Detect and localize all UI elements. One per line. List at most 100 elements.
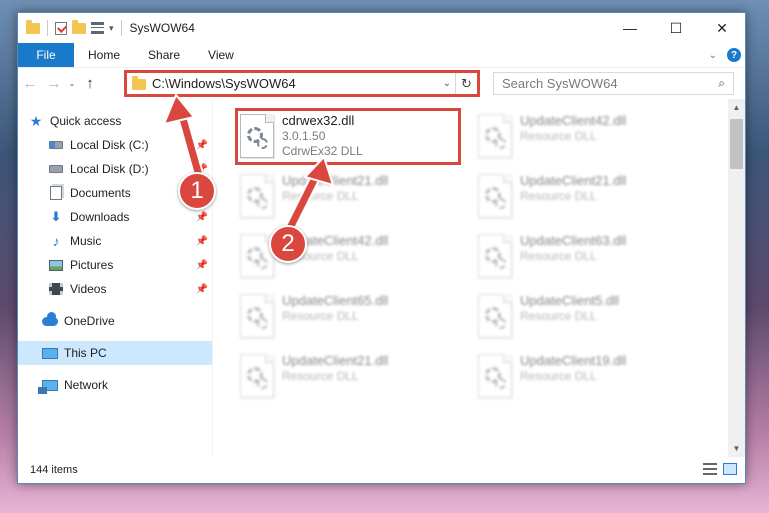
music-icon: ♪: [52, 233, 60, 249]
window-controls: — ☐ ✕: [607, 13, 745, 43]
dll-file-icon: [240, 114, 274, 158]
pin-icon[interactable]: 📌: [196, 140, 208, 151]
scroll-up-icon[interactable]: ▲: [728, 99, 745, 116]
forward-button[interactable]: →: [42, 75, 66, 92]
tab-share[interactable]: Share: [134, 43, 194, 67]
address-dropdown-icon[interactable]: ⌄: [439, 78, 455, 89]
sidebar-item-pictures[interactable]: Pictures 📌: [18, 253, 212, 277]
file-description: Resource DLL: [520, 249, 597, 263]
pin-icon[interactable]: 📌: [196, 260, 208, 271]
tab-file[interactable]: File: [18, 43, 74, 67]
address-path[interactable]: C:\Windows\SysWOW64: [152, 76, 439, 91]
dll-file-icon: [478, 234, 512, 278]
file-description: Resource DLL: [520, 129, 597, 143]
pictures-icon: [48, 258, 64, 272]
help-icon[interactable]: ?: [727, 48, 741, 62]
recent-locations-dropdown[interactable]: ⌄: [66, 79, 78, 88]
sidebar-item-label: Local Disk (D:): [70, 162, 149, 176]
vertical-scrollbar[interactable]: ▲ ▼: [728, 99, 745, 457]
sidebar-item-label: Local Disk (C:): [70, 138, 149, 152]
quick-access-dropdown-icon[interactable]: ▾: [109, 23, 114, 34]
file-name: UpdateClient21.dll: [282, 173, 389, 188]
file-item[interactable]: UpdateClient19.dll Resource DLL: [473, 349, 699, 403]
folder-icon: [26, 19, 40, 34]
file-item[interactable]: UpdateClient21.dll Resource DLL: [473, 169, 699, 223]
dll-file-icon: [240, 354, 274, 398]
refresh-button[interactable]: ↻: [455, 73, 477, 94]
new-folder-icon[interactable]: [72, 19, 86, 34]
file-description: CdrwEx32 DLL: [282, 144, 363, 158]
navigation-bar: ← → ⌄ ↑ C:\Windows\SysWOW64 ⌄ ↻ Search S…: [18, 67, 745, 99]
file-item[interactable]: UpdateClient42.dll Resource DLL: [235, 229, 461, 283]
star-icon: ★: [29, 112, 43, 129]
tiles-view-icon[interactable]: [723, 463, 737, 475]
properties-icon[interactable]: [55, 21, 67, 35]
file-name: UpdateClient5.dll: [520, 293, 620, 308]
address-bar[interactable]: C:\Windows\SysWOW64 ⌄ ↻: [126, 72, 478, 95]
back-button[interactable]: ←: [18, 75, 42, 92]
documents-icon: [48, 186, 64, 200]
up-button[interactable]: ↑: [78, 75, 102, 92]
file-name: cdrwex32.dll: [282, 113, 355, 128]
expand-ribbon-icon[interactable]: ⌄: [709, 50, 717, 61]
downloads-icon: ⬇: [50, 209, 62, 224]
customize-icon[interactable]: [91, 22, 104, 34]
maximize-button[interactable]: ☐: [653, 13, 699, 43]
pin-icon[interactable]: 📌: [196, 284, 208, 295]
search-icon[interactable]: ⌕: [718, 76, 725, 91]
scroll-thumb[interactable]: [730, 119, 743, 169]
pin-icon[interactable]: 📌: [196, 212, 208, 223]
dll-file-icon: [240, 174, 274, 218]
sidebar-item-label: Pictures: [70, 258, 114, 272]
sidebar-item-label: Documents: [70, 186, 131, 200]
sidebar-item-label: Network: [64, 378, 109, 392]
onedrive-icon: [42, 311, 58, 328]
videos-icon: [48, 282, 64, 296]
sidebar-item-network[interactable]: Network: [18, 373, 212, 397]
sidebar-item-downloads[interactable]: ⬇ Downloads 📌: [18, 205, 212, 229]
tab-view[interactable]: View: [194, 43, 248, 67]
details-view-icon[interactable]: [703, 463, 717, 475]
sidebar-item-quick-access[interactable]: ★ Quick access: [18, 109, 212, 133]
minimize-button[interactable]: —: [607, 13, 653, 43]
tab-home[interactable]: Home: [74, 43, 134, 67]
file-description: Resource DLL: [520, 189, 597, 203]
file-item[interactable]: UpdateClient5.dll Resource DLL: [473, 289, 699, 343]
file-item[interactable]: UpdateClient21.dll Resource DLL: [235, 169, 461, 223]
item-count: 144 items: [30, 464, 78, 476]
pin-icon[interactable]: 📌: [196, 236, 208, 247]
file-item[interactable]: UpdateClient21.dll Resource DLL: [235, 349, 461, 403]
file-description: Resource DLL: [282, 189, 359, 203]
file-item[interactable]: UpdateClient65.dll Resource DLL: [235, 289, 461, 343]
sidebar-item-label: This PC: [64, 346, 107, 360]
search-box[interactable]: Search SysWOW64 ⌕: [493, 72, 734, 95]
file-item[interactable]: UpdateClient42.dll Resource DLL: [473, 109, 699, 163]
status-bar: 144 items: [18, 457, 745, 483]
file-version: 3.0.1.50: [282, 129, 326, 143]
ribbon-tabs: File Home Share View ⌄ ?: [18, 43, 745, 67]
scroll-down-icon[interactable]: ▼: [728, 440, 745, 457]
dll-file-icon: [478, 174, 512, 218]
sidebar-item-onedrive[interactable]: OneDrive: [18, 309, 212, 333]
disk-c-icon: [48, 138, 64, 152]
file-name: UpdateClient42.dll: [520, 113, 627, 128]
sidebar-item-this-pc[interactable]: This PC: [18, 341, 212, 365]
sidebar-item-label: Downloads: [70, 210, 130, 224]
explorer-window: ▾ SysWOW64 — ☐ ✕ File Home Share View ⌄ …: [17, 12, 746, 484]
sidebar-item-videos[interactable]: Videos 📌: [18, 277, 212, 301]
file-name: UpdateClient21.dll: [282, 353, 389, 368]
close-button[interactable]: ✕: [699, 13, 745, 43]
file-description: Resource DLL: [520, 309, 597, 323]
file-item[interactable]: UpdateClient63.dll Resource DLL: [473, 229, 699, 283]
sidebar-item-local-disk-c[interactable]: Local Disk (C:) 📌: [18, 133, 212, 157]
separator: [120, 20, 122, 36]
file-item-cdrwex32[interactable]: cdrwex32.dll 3.0.1.50 CdrwEx32 DLL: [235, 109, 461, 163]
search-input[interactable]: Search SysWOW64: [502, 76, 718, 91]
network-icon: [38, 378, 58, 394]
this-pc-icon: [42, 346, 58, 360]
quick-access-toolbar: ▾: [18, 19, 124, 36]
sidebar-item-music[interactable]: ♪ Music 📌: [18, 229, 212, 253]
file-list: cdrwex32.dll 3.0.1.50 CdrwEx32 DLL Updat…: [213, 99, 745, 457]
